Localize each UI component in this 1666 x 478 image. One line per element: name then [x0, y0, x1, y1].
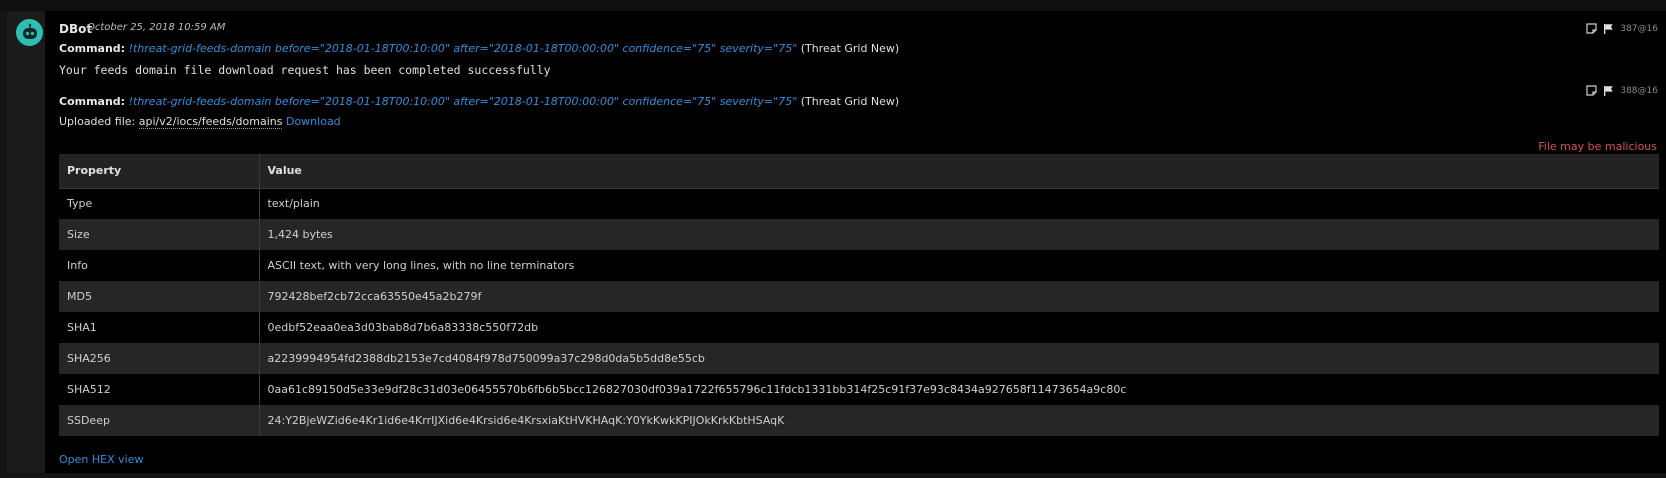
property-cell: Type: [59, 188, 260, 219]
table-row: SHA256 a2239994954fd2388db2153e7cd4084f9…: [59, 343, 1659, 374]
table-row: SHA512 0aa61c89150d5e33e9df28c31d03e0645…: [59, 374, 1659, 405]
dbot-avatar: [16, 19, 43, 46]
open-hex-view-link[interactable]: Open HEX view: [59, 453, 143, 466]
left-gutter: [7, 11, 45, 473]
header-value[interactable]: Value: [259, 154, 1659, 189]
entry2-integration: (Threat Grid New): [800, 95, 900, 108]
table-header-row: Property Value: [59, 154, 1659, 189]
value-cell: ASCII text, with very long lines, with n…: [267, 259, 575, 272]
uploaded-file-line: Uploaded file: api/v2/iocs/feeds/domains…: [59, 115, 341, 129]
flag-icon[interactable]: [1603, 23, 1614, 34]
command-label: Command:: [59, 95, 126, 108]
property-cell: SHA1: [59, 312, 260, 343]
table-row: SSDeep 24:Y2BjeWZid6e4Kr1id6e4KrrIJXid6e…: [59, 405, 1659, 436]
command-label: Command:: [59, 42, 126, 55]
entry1-command-text[interactable]: !threat-grid-feeds-domain before="2018-0…: [129, 42, 798, 55]
uploaded-file-label: Uploaded file:: [59, 115, 136, 128]
entry2-id: 388@16: [1620, 85, 1658, 96]
note-icon[interactable]: [1586, 85, 1597, 96]
entry2-meta: 388@16: [1586, 85, 1658, 96]
value-cell: text/plain: [267, 197, 320, 211]
value-cell: 0aa61c89150d5e33e9df28c31d03e06455570b6f…: [267, 383, 1127, 396]
entry1-response: Your feeds domain file download request …: [59, 63, 551, 77]
property-cell: Info: [59, 250, 260, 281]
note-icon[interactable]: [1586, 23, 1597, 34]
entry1-meta: 387@16: [1586, 23, 1658, 34]
entry1-integration: (Threat Grid New): [800, 42, 900, 55]
file-properties-table: Property Value Type text/plain Size 1,42…: [59, 154, 1659, 436]
table-row: Info ASCII text, with very long lines, w…: [59, 250, 1659, 281]
property-cell: SSDeep: [59, 405, 260, 436]
entry2-command-line: Command: !threat-grid-feeds-domain befor…: [59, 95, 899, 108]
top-bar: [0, 0, 1666, 11]
flag-icon[interactable]: [1603, 85, 1614, 96]
message-date: October 25, 2018 10:59 AM: [87, 22, 226, 33]
table-row: Type text/plain: [59, 188, 1659, 219]
value-cell: 792428bef2cb72cca63550e45a2b279f: [267, 290, 482, 303]
value-cell: 0edbf52eaa0ea3d03bab8d7b6a83338c550f72db: [267, 321, 539, 334]
file-path[interactable]: api/v2/iocs/feeds/domains: [138, 115, 283, 129]
value-cell: a2239994954fd2388db2153e7cd4084f978d7500…: [267, 352, 705, 365]
table-row: MD5 792428bef2cb72cca63550e45a2b279f: [59, 281, 1659, 312]
property-cell: Size: [59, 219, 260, 250]
download-link[interactable]: Download: [286, 115, 341, 128]
entry1-command-line: Command: !threat-grid-feeds-domain befor…: [59, 42, 899, 55]
table-row: SHA1 0edbf52eaa0ea3d03bab8d7b6a83338c550…: [59, 312, 1659, 343]
header-property[interactable]: Property: [59, 154, 260, 189]
property-cell: SHA256: [59, 343, 260, 374]
robot-icon: [22, 23, 37, 39]
malicious-warning: File may be malicious: [1538, 140, 1657, 153]
property-cell: SHA512: [59, 374, 260, 405]
table-row: Size 1,424 bytes: [59, 219, 1659, 250]
property-cell: MD5: [59, 281, 260, 312]
value-cell: 1,424 bytes: [267, 228, 333, 241]
entry2-command-text[interactable]: !threat-grid-feeds-domain before="2018-0…: [129, 95, 798, 108]
entry1-id: 387@16: [1620, 23, 1658, 34]
value-cell: 24:Y2BjeWZid6e4Kr1id6e4KrrIJXid6e4Krsid6…: [267, 414, 785, 427]
